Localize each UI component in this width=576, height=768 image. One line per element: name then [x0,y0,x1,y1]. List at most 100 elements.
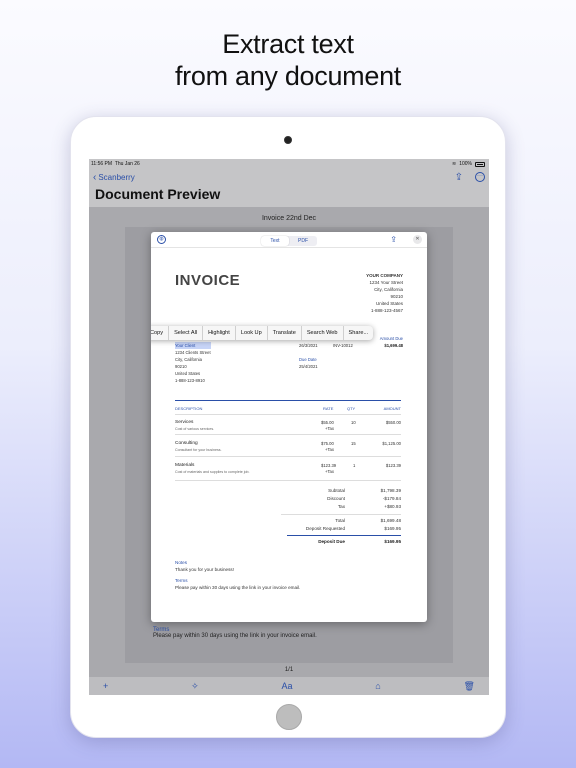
background-terms: Terms Please pay within 30 days using th… [153,627,317,639]
item-qty: 15 [351,441,356,446]
amount-due-label: Amount Due [379,336,403,341]
table-row: Services Cost of various services. $55.0… [175,420,401,434]
background-terms-text: Please pay within 30 days using the link… [153,633,317,639]
status-time: 11:56 PM [91,161,113,167]
bill-to-zip: 90210 [175,364,187,369]
table-row: Consulting Consultant for your business.… [175,441,401,455]
company-country: United States [375,301,403,306]
deposit-due-row: Deposit Due $169.95 [281,539,401,547]
menu-share[interactable]: Share... [344,326,374,340]
ipad-screen: 11:56 PM Thu Jan 26 ≋ 100% ‹ Scanberry ⇪… [89,159,489,695]
page-title: Document Preview [95,186,221,202]
home-button[interactable] [276,704,302,730]
item-amount: $1,125.00 [382,441,401,446]
total-label: Total [335,518,345,523]
add-icon[interactable]: + [103,681,108,691]
company-zip: 90210 [390,294,403,299]
menu-search-web[interactable]: Search Web [302,326,344,340]
table-row: Materials Cost of materials and supplies… [175,463,401,477]
menu-look-up[interactable]: Look Up [236,326,268,340]
modal-share-icon[interactable]: ⇪ [390,235,397,244]
item-qty: 1 [353,463,356,468]
share-icon[interactable]: ⇪ [455,172,463,183]
item-name: Materials [175,463,195,468]
item-tax: +Tax [325,426,334,431]
ipad-frame: 11:56 PM Thu Jan 26 ≋ 100% ‹ Scanberry ⇪… [70,116,506,738]
discount-row: Discount -$179.84 [281,496,401,504]
col-qty: QTY [347,406,356,411]
item-detail: Cost of materials and supplies to comple… [175,470,250,474]
deposit-requested-row: Deposit Requested $169.95 [281,526,401,534]
text-context-menu: Copy Select All Highlight Look Up Transl… [151,326,374,340]
subtotal-label: Subtotal [328,488,345,493]
total-value: $1,699.48 [380,518,401,523]
text-extraction-modal: ◍ Text PDF ⇪ ✕ INVOICE YOUR COMPANY 1234… [151,232,427,622]
amount-due: $1,699.48 [384,343,403,348]
menu-translate[interactable]: Translate [268,326,302,340]
bill-to-name[interactable]: Your Client [175,342,211,349]
close-icon[interactable]: ✕ [413,235,422,244]
company-name: YOUR COMPANY [366,273,403,278]
company-city: City, California [374,287,403,292]
bill-to-city: City, California [175,357,202,362]
menu-copy[interactable]: Copy [151,326,170,340]
total-row: Total $1,699.48 [281,518,401,526]
discount-label: Discount [327,496,345,501]
menu-select-all[interactable]: Select All [169,326,204,340]
item-tax: +Tax [325,447,334,452]
date-issued: 26/3/2021 [299,343,318,348]
subtotal-row: Subtotal $1,798.39 [281,488,401,496]
camera-icon [284,136,292,144]
item-detail: Cost of various services. [175,427,215,431]
wifi-icon: ≋ [452,161,457,167]
item-rate: $123.39 [321,463,337,468]
menu-highlight[interactable]: Highlight [203,326,236,340]
col-description: DESCRIPTION [175,406,203,411]
battery-icon [475,161,485,167]
bill-to-phone: 1-888-123-8910 [175,378,205,383]
tab-pdf[interactable]: PDF [289,236,317,246]
due-date: 25/4/2021 [299,364,318,369]
headline-line-1: Extract text [222,29,354,59]
bill-to-block: Bill To Your Client 1234 Clients Street … [175,335,211,384]
back-label: Scanberry [98,173,135,182]
tax-row: Tax +$80.93 [281,504,401,512]
modal-header: ◍ Text PDF ⇪ ✕ [151,232,427,248]
discount-value: -$179.84 [382,496,401,501]
col-rate: RATE [323,406,334,411]
text-format-icon[interactable]: Aa [281,681,292,691]
tax-label: Tax [337,504,345,509]
bill-to-country: United States [175,371,201,376]
scan-icon[interactable]: ⌂ [375,681,380,691]
item-name: Consulting [175,441,198,446]
table-header: DESCRIPTION RATE QTY AMOUNT [175,406,401,412]
deposit-requested-label: Deposit Requested [305,526,345,531]
trash-icon[interactable]: 🗑 [464,681,475,692]
col-amount: AMOUNT [383,406,401,411]
globe-icon[interactable]: ◍ [157,235,166,244]
page-indicator: 1/1 [284,667,294,673]
document-name: Invoice 22nd Dec [261,215,317,222]
bottom-toolbar: + ✧ Aa ⌂ 🗑 [89,677,489,695]
table-top-rule [175,400,401,401]
battery-percent: 100% [459,161,472,167]
company-phone: 1-888-123-4567 [370,308,403,313]
deposit-requested-value: $169.95 [384,526,401,531]
headline: Extract text from any document [0,28,576,92]
more-icon[interactable]: ··· [475,172,485,182]
terms-text: Please pay within 30 days using the link… [175,585,301,590]
item-tax: +Tax [325,469,334,474]
magic-wand-icon[interactable]: ✧ [191,681,199,692]
dates-block: Date Issued 26/3/2021 Due Date 25/4/2021 [299,335,321,370]
item-qty: 10 [351,420,356,425]
deposit-due-label: Deposit Due [318,539,345,544]
item-amount: $550.00 [385,420,401,425]
notes-section: Notes Thank you for your business! [175,559,234,573]
headline-line-2: from any document [174,61,401,91]
due-date-label: Due Date [299,357,317,362]
chevron-left-icon: ‹ [93,171,97,183]
tab-text[interactable]: Text [261,236,289,246]
back-button[interactable]: ‹ Scanberry [93,171,135,183]
tax-value: +$80.93 [384,504,401,509]
item-rate: $75.00 [321,441,334,446]
